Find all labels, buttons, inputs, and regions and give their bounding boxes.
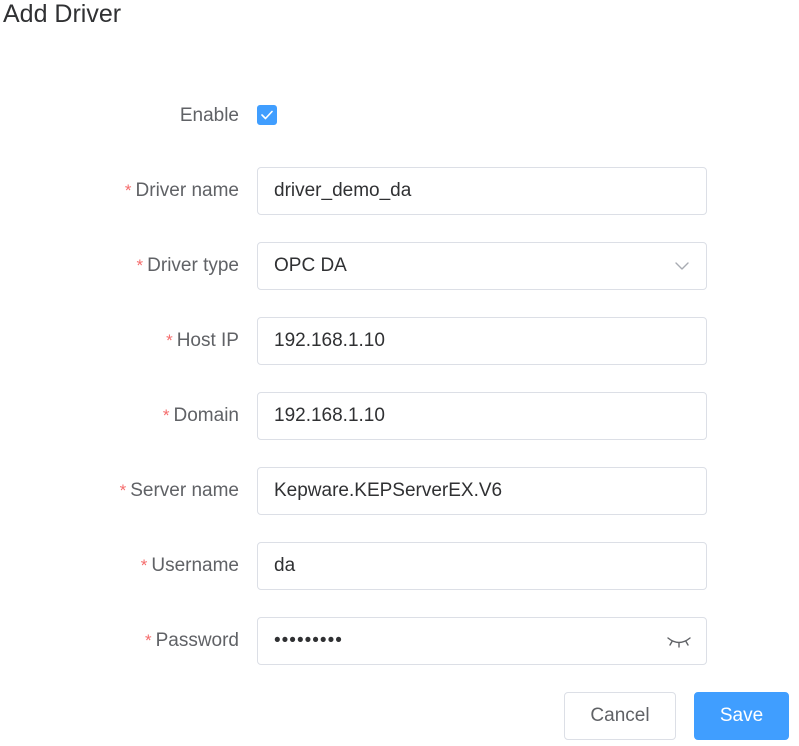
cancel-button[interactable]: Cancel bbox=[564, 692, 676, 740]
required-mark: * bbox=[124, 181, 132, 200]
required-mark: * bbox=[166, 331, 173, 350]
form-row-password: * Password bbox=[0, 617, 799, 665]
driver-name-label: * Driver name bbox=[125, 167, 239, 215]
enable-checkbox[interactable] bbox=[257, 105, 277, 125]
chevron-down-icon bbox=[675, 262, 689, 270]
host-ip-label: * Host IP bbox=[166, 317, 239, 365]
password-field bbox=[257, 617, 707, 665]
driver-type-select[interactable]: OPC DA bbox=[257, 242, 707, 290]
driver-type-label-text: Driver type bbox=[147, 255, 239, 276]
dialog-title: Add Driver bbox=[3, 0, 122, 28]
domain-input[interactable] bbox=[258, 393, 706, 439]
domain-label: * Domain bbox=[163, 392, 239, 440]
form-row-server-name: * Server name bbox=[0, 467, 799, 515]
host-ip-field bbox=[257, 317, 707, 365]
host-ip-label-text: Host IP bbox=[176, 330, 239, 351]
username-input[interactable] bbox=[258, 543, 706, 589]
required-mark: * bbox=[140, 556, 148, 575]
required-mark: * bbox=[119, 481, 127, 500]
checkmark-icon bbox=[261, 110, 273, 120]
password-label-text: Password bbox=[155, 630, 239, 651]
driver-name-label-text: Driver name bbox=[135, 180, 239, 201]
enable-label-text: Enable bbox=[179, 105, 239, 126]
server-name-field bbox=[257, 467, 707, 515]
driver-name-field bbox=[257, 167, 707, 215]
form-row-host-ip: * Host IP bbox=[0, 317, 799, 365]
enable-label: Enable bbox=[180, 92, 239, 140]
server-name-label: * Server name bbox=[120, 467, 239, 515]
required-mark: * bbox=[136, 256, 144, 275]
username-label: * Username bbox=[141, 542, 239, 590]
username-label-text: Username bbox=[151, 555, 239, 576]
required-mark: * bbox=[162, 406, 170, 425]
server-name-input[interactable] bbox=[258, 468, 706, 514]
password-input[interactable] bbox=[258, 618, 706, 664]
form-row-driver-type: * Driver type OPC DA bbox=[0, 242, 799, 290]
username-field bbox=[257, 542, 707, 590]
add-driver-dialog: Add Driver Enable *Driver name *Driver t… bbox=[0, 0, 799, 746]
driver-type-selected-value: OPC DA bbox=[274, 255, 347, 276]
save-button[interactable]: Save bbox=[694, 692, 789, 740]
form-row-username: * Username bbox=[0, 542, 799, 590]
password-label: * Password bbox=[145, 617, 239, 665]
required-mark: * bbox=[144, 631, 152, 650]
domain-label-text: Domain bbox=[173, 405, 239, 426]
driver-name-input[interactable] bbox=[258, 168, 706, 214]
domain-field bbox=[257, 392, 707, 440]
host-ip-input[interactable] bbox=[258, 318, 706, 364]
eye-closed-icon[interactable] bbox=[666, 631, 692, 651]
form-row-domain: * Domain bbox=[0, 392, 799, 440]
form-row-enable: Enable bbox=[0, 92, 799, 140]
server-name-label-text: Server name bbox=[130, 480, 239, 501]
driver-type-label: * Driver type bbox=[137, 242, 239, 290]
form-row-driver-name: * Driver name bbox=[0, 167, 799, 215]
